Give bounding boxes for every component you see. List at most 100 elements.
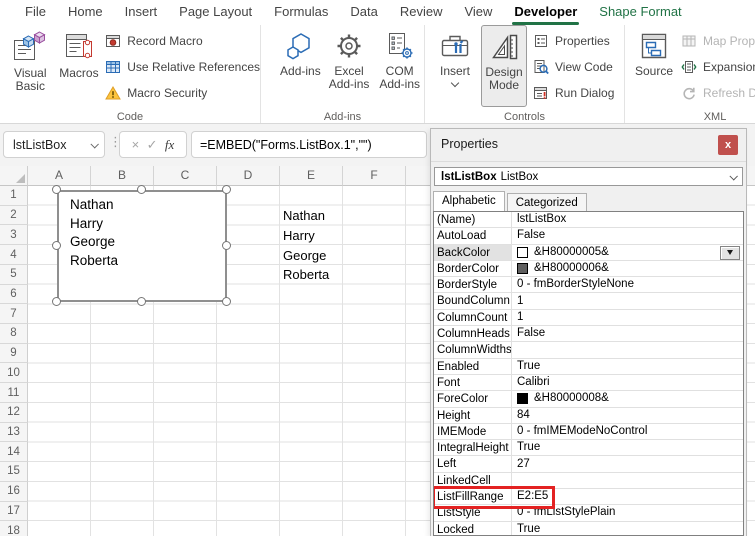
property-row-borderstyle[interactable]: BorderStyle0 - fmBorderStyleNone: [434, 277, 743, 293]
macros-button[interactable]: Macros: [58, 25, 101, 107]
row-header-11[interactable]: 11: [0, 383, 28, 403]
row-header-18[interactable]: 18: [0, 521, 28, 536]
property-row-backcolor[interactable]: BackColor&H80000005&: [434, 245, 743, 261]
tab-review[interactable]: Review: [389, 0, 454, 25]
tab-data[interactable]: Data: [339, 0, 388, 25]
property-value[interactable]: 0 - fmIMEModeNoControl: [512, 424, 743, 439]
close-icon[interactable]: x: [718, 135, 738, 155]
row-header-2[interactable]: 2: [0, 206, 28, 226]
property-value[interactable]: &H80000006&: [512, 261, 743, 276]
property-value[interactable]: False: [512, 326, 743, 341]
property-value[interactable]: [512, 473, 743, 488]
cell-e5[interactable]: Roberta: [283, 267, 342, 286]
object-selector-dropdown[interactable]: lstListBox ListBox: [434, 167, 743, 186]
insert-control-button[interactable]: Insert: [435, 25, 475, 107]
column-header-a[interactable]: A: [28, 166, 91, 186]
tab-formulas[interactable]: Formulas: [263, 0, 339, 25]
property-value[interactable]: &H80000008&: [512, 391, 743, 406]
property-value[interactable]: 1: [512, 310, 743, 325]
listbox-item-harry[interactable]: Harry: [70, 215, 225, 234]
formula-input[interactable]: =EMBED("Forms.ListBox.1",""): [191, 131, 427, 158]
property-row-height[interactable]: Height84: [434, 408, 743, 424]
property-value[interactable]: Calibri: [512, 375, 743, 390]
view-code-button[interactable]: View Code: [533, 54, 614, 80]
row-header-3[interactable]: 3: [0, 225, 28, 245]
source-button[interactable]: Source: [633, 25, 675, 107]
cell-e2[interactable]: Nathan: [283, 208, 342, 227]
selection-handle[interactable]: [222, 241, 231, 250]
selection-handle[interactable]: [52, 241, 61, 250]
property-value[interactable]: lstListBox: [512, 212, 743, 227]
property-row-forecolor[interactable]: ForeColor&H80000008&: [434, 391, 743, 407]
row-header-9[interactable]: 9: [0, 344, 28, 364]
use-relative-references-button[interactable]: Use Relative References: [105, 54, 260, 80]
property-value[interactable]: True: [512, 440, 743, 455]
row-header-7[interactable]: 7: [0, 304, 28, 324]
macro-security-button[interactable]: Macro Security: [105, 80, 260, 106]
listbox-item-george[interactable]: George: [70, 233, 225, 252]
property-value[interactable]: &H80000005&: [512, 245, 743, 260]
cancel-entry-button[interactable]: ×: [132, 137, 140, 152]
tab-shape-format[interactable]: Shape Format: [588, 0, 692, 25]
column-header-e[interactable]: E: [280, 166, 343, 186]
selection-handle[interactable]: [52, 185, 61, 194]
property-row-autoload[interactable]: AutoLoadFalse: [434, 228, 743, 244]
column-header-f[interactable]: F: [343, 166, 406, 186]
selection-handle[interactable]: [137, 297, 146, 306]
excel-add-ins-button[interactable]: Excel Add-ins: [325, 25, 374, 107]
property-value[interactable]: 1: [512, 293, 743, 308]
run-dialog-button[interactable]: Run Dialog: [533, 80, 614, 106]
property-value[interactable]: 0 - fmBorderStyleNone: [512, 277, 743, 292]
tab-alphabetic[interactable]: Alphabetic: [433, 191, 505, 211]
column-header-c[interactable]: C: [154, 166, 217, 186]
selection-handle[interactable]: [222, 185, 231, 194]
visual-basic-button[interactable]: Visual Basic: [8, 25, 53, 107]
selection-handle[interactable]: [222, 297, 231, 306]
insert-function-button[interactable]: fx: [165, 137, 174, 153]
confirm-entry-button[interactable]: ✓: [147, 137, 158, 153]
column-header-d[interactable]: D: [217, 166, 280, 186]
expansion-button[interactable]: Expansion: [681, 54, 755, 80]
selection-handle[interactable]: [137, 185, 146, 194]
property-row-linkedcell[interactable]: LinkedCell: [434, 473, 743, 489]
row-header-10[interactable]: 10: [0, 363, 28, 383]
property-value[interactable]: E2:E5: [512, 489, 743, 504]
property-row-name[interactable]: (Name)lstListBox: [434, 212, 743, 228]
row-header-4[interactable]: 4: [0, 245, 28, 265]
listbox-control[interactable]: NathanHarryGeorgeRoberta: [57, 190, 227, 302]
tab-view[interactable]: View: [453, 0, 503, 25]
property-value[interactable]: False: [512, 228, 743, 243]
tab-developer[interactable]: Developer: [503, 0, 588, 25]
row-header-13[interactable]: 13: [0, 423, 28, 443]
design-mode-button[interactable]: Design Mode: [481, 25, 527, 107]
property-row-integralheight[interactable]: IntegralHeightTrue: [434, 440, 743, 456]
dropdown-button[interactable]: [720, 246, 740, 260]
select-all-corner[interactable]: [0, 166, 28, 186]
property-row-enabled[interactable]: EnabledTrue: [434, 359, 743, 375]
row-header-5[interactable]: 5: [0, 265, 28, 285]
row-header-12[interactable]: 12: [0, 403, 28, 423]
property-row-columncount[interactable]: ColumnCount1: [434, 310, 743, 326]
property-row-imemode[interactable]: IMEMode0 - fmIMEModeNoControl: [434, 424, 743, 440]
property-row-left[interactable]: Left27: [434, 456, 743, 472]
listbox-item-nathan[interactable]: Nathan: [70, 196, 225, 215]
row-header-1[interactable]: 1: [0, 186, 28, 206]
name-box[interactable]: lstListBox: [3, 131, 105, 158]
tab-page-layout[interactable]: Page Layout: [168, 0, 263, 25]
property-value[interactable]: True: [512, 522, 743, 536]
property-value[interactable]: [512, 342, 743, 357]
column-header-b[interactable]: B: [91, 166, 154, 186]
property-row-boundcolumn[interactable]: BoundColumn1: [434, 293, 743, 309]
row-header-15[interactable]: 15: [0, 462, 28, 482]
row-header-6[interactable]: 6: [0, 285, 28, 305]
tab-categorized[interactable]: Categorized: [507, 193, 587, 211]
listbox-item-roberta[interactable]: Roberta: [70, 252, 225, 271]
property-value[interactable]: True: [512, 359, 743, 374]
cell-e3[interactable]: Harry: [283, 228, 342, 247]
property-row-locked[interactable]: LockedTrue: [434, 522, 743, 536]
property-value[interactable]: 0 - fmListStylePlain: [512, 505, 743, 520]
property-row-listfillrange[interactable]: ListFillRangeE2:E5: [434, 489, 743, 505]
property-value[interactable]: 27: [512, 456, 743, 471]
tab-insert[interactable]: Insert: [114, 0, 169, 25]
row-header-17[interactable]: 17: [0, 502, 28, 522]
